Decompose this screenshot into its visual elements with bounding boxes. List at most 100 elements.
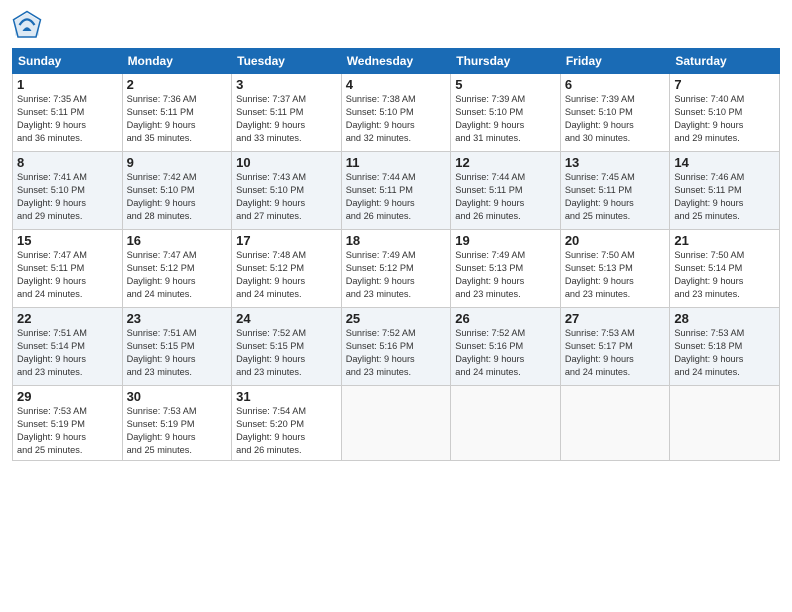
day-info: Sunrise: 7:45 AMSunset: 5:11 PMDaylight:… xyxy=(565,171,666,223)
day-info: Sunrise: 7:43 AMSunset: 5:10 PMDaylight:… xyxy=(236,171,337,223)
calendar-cell: 11Sunrise: 7:44 AMSunset: 5:11 PMDayligh… xyxy=(341,152,451,230)
col-header-wednesday: Wednesday xyxy=(341,49,451,74)
day-number: 12 xyxy=(455,155,556,170)
col-header-tuesday: Tuesday xyxy=(232,49,342,74)
calendar-cell: 16Sunrise: 7:47 AMSunset: 5:12 PMDayligh… xyxy=(122,230,232,308)
day-info: Sunrise: 7:52 AMSunset: 5:16 PMDaylight:… xyxy=(346,327,447,379)
day-info: Sunrise: 7:35 AMSunset: 5:11 PMDaylight:… xyxy=(17,93,118,145)
day-info: Sunrise: 7:49 AMSunset: 5:12 PMDaylight:… xyxy=(346,249,447,301)
week-row-1: 1Sunrise: 7:35 AMSunset: 5:11 PMDaylight… xyxy=(13,74,780,152)
day-info: Sunrise: 7:41 AMSunset: 5:10 PMDaylight:… xyxy=(17,171,118,223)
calendar-cell: 7Sunrise: 7:40 AMSunset: 5:10 PMDaylight… xyxy=(670,74,780,152)
day-number: 5 xyxy=(455,77,556,92)
day-info: Sunrise: 7:47 AMSunset: 5:11 PMDaylight:… xyxy=(17,249,118,301)
day-info: Sunrise: 7:53 AMSunset: 5:17 PMDaylight:… xyxy=(565,327,666,379)
day-number: 9 xyxy=(127,155,228,170)
calendar-cell: 10Sunrise: 7:43 AMSunset: 5:10 PMDayligh… xyxy=(232,152,342,230)
calendar-body: 1Sunrise: 7:35 AMSunset: 5:11 PMDaylight… xyxy=(13,74,780,461)
day-number: 3 xyxy=(236,77,337,92)
calendar-cell xyxy=(560,386,670,461)
day-number: 27 xyxy=(565,311,666,326)
calendar-cell: 4Sunrise: 7:38 AMSunset: 5:10 PMDaylight… xyxy=(341,74,451,152)
col-header-friday: Friday xyxy=(560,49,670,74)
week-row-3: 15Sunrise: 7:47 AMSunset: 5:11 PMDayligh… xyxy=(13,230,780,308)
day-number: 2 xyxy=(127,77,228,92)
day-info: Sunrise: 7:37 AMSunset: 5:11 PMDaylight:… xyxy=(236,93,337,145)
week-row-5: 29Sunrise: 7:53 AMSunset: 5:19 PMDayligh… xyxy=(13,386,780,461)
calendar-cell xyxy=(341,386,451,461)
calendar-cell: 6Sunrise: 7:39 AMSunset: 5:10 PMDaylight… xyxy=(560,74,670,152)
calendar-cell: 27Sunrise: 7:53 AMSunset: 5:17 PMDayligh… xyxy=(560,308,670,386)
day-info: Sunrise: 7:49 AMSunset: 5:13 PMDaylight:… xyxy=(455,249,556,301)
day-info: Sunrise: 7:42 AMSunset: 5:10 PMDaylight:… xyxy=(127,171,228,223)
calendar-cell: 28Sunrise: 7:53 AMSunset: 5:18 PMDayligh… xyxy=(670,308,780,386)
day-number: 10 xyxy=(236,155,337,170)
day-info: Sunrise: 7:53 AMSunset: 5:19 PMDaylight:… xyxy=(127,405,228,457)
day-info: Sunrise: 7:47 AMSunset: 5:12 PMDaylight:… xyxy=(127,249,228,301)
day-number: 20 xyxy=(565,233,666,248)
day-info: Sunrise: 7:54 AMSunset: 5:20 PMDaylight:… xyxy=(236,405,337,457)
day-number: 24 xyxy=(236,311,337,326)
calendar-cell: 30Sunrise: 7:53 AMSunset: 5:19 PMDayligh… xyxy=(122,386,232,461)
calendar-cell: 18Sunrise: 7:49 AMSunset: 5:12 PMDayligh… xyxy=(341,230,451,308)
calendar-cell: 23Sunrise: 7:51 AMSunset: 5:15 PMDayligh… xyxy=(122,308,232,386)
calendar-cell: 12Sunrise: 7:44 AMSunset: 5:11 PMDayligh… xyxy=(451,152,561,230)
day-number: 6 xyxy=(565,77,666,92)
calendar-cell: 2Sunrise: 7:36 AMSunset: 5:11 PMDaylight… xyxy=(122,74,232,152)
calendar-cell: 26Sunrise: 7:52 AMSunset: 5:16 PMDayligh… xyxy=(451,308,561,386)
day-number: 8 xyxy=(17,155,118,170)
calendar-cell: 5Sunrise: 7:39 AMSunset: 5:10 PMDaylight… xyxy=(451,74,561,152)
calendar-cell: 22Sunrise: 7:51 AMSunset: 5:14 PMDayligh… xyxy=(13,308,123,386)
logo xyxy=(12,10,46,40)
header-row: SundayMondayTuesdayWednesdayThursdayFrid… xyxy=(13,49,780,74)
day-info: Sunrise: 7:51 AMSunset: 5:14 PMDaylight:… xyxy=(17,327,118,379)
day-number: 31 xyxy=(236,389,337,404)
col-header-monday: Monday xyxy=(122,49,232,74)
day-number: 13 xyxy=(565,155,666,170)
calendar: SundayMondayTuesdayWednesdayThursdayFrid… xyxy=(12,48,780,461)
col-header-saturday: Saturday xyxy=(670,49,780,74)
calendar-cell: 8Sunrise: 7:41 AMSunset: 5:10 PMDaylight… xyxy=(13,152,123,230)
calendar-cell: 13Sunrise: 7:45 AMSunset: 5:11 PMDayligh… xyxy=(560,152,670,230)
page-container: SundayMondayTuesdayWednesdayThursdayFrid… xyxy=(0,0,792,469)
day-info: Sunrise: 7:53 AMSunset: 5:19 PMDaylight:… xyxy=(17,405,118,457)
header xyxy=(12,10,780,40)
col-header-sunday: Sunday xyxy=(13,49,123,74)
day-info: Sunrise: 7:50 AMSunset: 5:13 PMDaylight:… xyxy=(565,249,666,301)
day-number: 1 xyxy=(17,77,118,92)
day-info: Sunrise: 7:53 AMSunset: 5:18 PMDaylight:… xyxy=(674,327,775,379)
day-info: Sunrise: 7:52 AMSunset: 5:16 PMDaylight:… xyxy=(455,327,556,379)
day-info: Sunrise: 7:44 AMSunset: 5:11 PMDaylight:… xyxy=(455,171,556,223)
day-info: Sunrise: 7:39 AMSunset: 5:10 PMDaylight:… xyxy=(565,93,666,145)
calendar-cell: 29Sunrise: 7:53 AMSunset: 5:19 PMDayligh… xyxy=(13,386,123,461)
calendar-header: SundayMondayTuesdayWednesdayThursdayFrid… xyxy=(13,49,780,74)
day-number: 11 xyxy=(346,155,447,170)
day-number: 30 xyxy=(127,389,228,404)
day-number: 17 xyxy=(236,233,337,248)
calendar-cell: 25Sunrise: 7:52 AMSunset: 5:16 PMDayligh… xyxy=(341,308,451,386)
logo-icon xyxy=(12,10,42,40)
day-info: Sunrise: 7:46 AMSunset: 5:11 PMDaylight:… xyxy=(674,171,775,223)
week-row-4: 22Sunrise: 7:51 AMSunset: 5:14 PMDayligh… xyxy=(13,308,780,386)
day-info: Sunrise: 7:38 AMSunset: 5:10 PMDaylight:… xyxy=(346,93,447,145)
day-info: Sunrise: 7:50 AMSunset: 5:14 PMDaylight:… xyxy=(674,249,775,301)
calendar-cell: 31Sunrise: 7:54 AMSunset: 5:20 PMDayligh… xyxy=(232,386,342,461)
day-number: 26 xyxy=(455,311,556,326)
day-info: Sunrise: 7:40 AMSunset: 5:10 PMDaylight:… xyxy=(674,93,775,145)
day-info: Sunrise: 7:52 AMSunset: 5:15 PMDaylight:… xyxy=(236,327,337,379)
day-number: 25 xyxy=(346,311,447,326)
day-info: Sunrise: 7:48 AMSunset: 5:12 PMDaylight:… xyxy=(236,249,337,301)
calendar-cell: 1Sunrise: 7:35 AMSunset: 5:11 PMDaylight… xyxy=(13,74,123,152)
day-info: Sunrise: 7:51 AMSunset: 5:15 PMDaylight:… xyxy=(127,327,228,379)
calendar-cell: 20Sunrise: 7:50 AMSunset: 5:13 PMDayligh… xyxy=(560,230,670,308)
day-number: 18 xyxy=(346,233,447,248)
day-number: 16 xyxy=(127,233,228,248)
day-info: Sunrise: 7:39 AMSunset: 5:10 PMDaylight:… xyxy=(455,93,556,145)
day-number: 7 xyxy=(674,77,775,92)
calendar-cell xyxy=(451,386,561,461)
day-number: 19 xyxy=(455,233,556,248)
calendar-cell: 24Sunrise: 7:52 AMSunset: 5:15 PMDayligh… xyxy=(232,308,342,386)
calendar-cell: 17Sunrise: 7:48 AMSunset: 5:12 PMDayligh… xyxy=(232,230,342,308)
day-number: 28 xyxy=(674,311,775,326)
day-number: 23 xyxy=(127,311,228,326)
